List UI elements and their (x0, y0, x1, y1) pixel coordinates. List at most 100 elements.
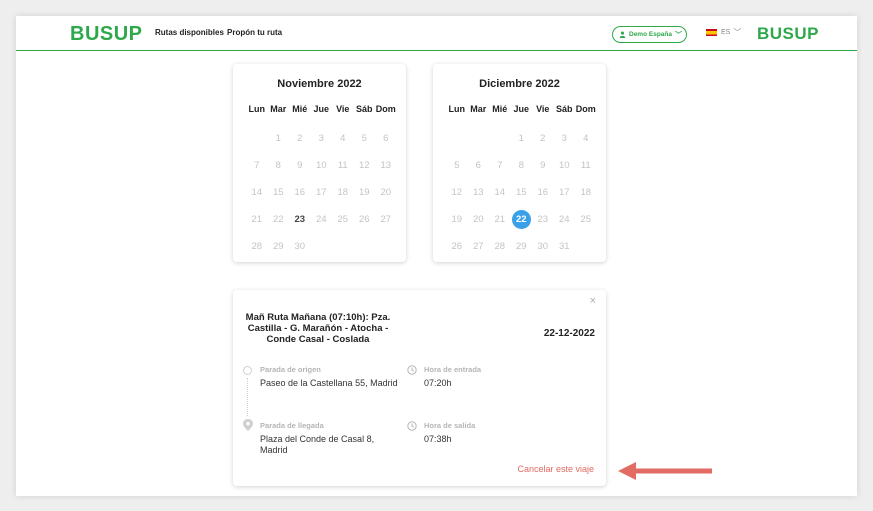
calendar-day[interactable]: 30 (289, 233, 311, 260)
calendar-day[interactable]: 12 (354, 152, 376, 179)
weekday-label: Mié (492, 104, 508, 114)
weekday-label: Mar (470, 104, 487, 114)
weekday-label: Sáb (355, 104, 373, 114)
calendar-empty-cell (468, 125, 490, 152)
calendar-day[interactable]: 15 (268, 179, 290, 206)
close-icon[interactable]: × (590, 295, 596, 307)
calendar-day[interactable]: 25 (575, 206, 597, 233)
app-window: BUSUP Rutas disponibles Propón tu ruta D… (16, 16, 857, 496)
calendar-day[interactable]: 9 (532, 152, 554, 179)
calendar-day-selected[interactable]: 22 (511, 206, 533, 233)
calendar-day[interactable]: 1 (511, 125, 533, 152)
weekday-header: Lun Mar Mié Jue Vie Sáb Dom (246, 104, 397, 114)
calendar-day[interactable]: 13 (375, 152, 397, 179)
calendar-day[interactable]: 13 (468, 179, 490, 206)
calendar-empty-cell (446, 125, 468, 152)
calendar-day[interactable]: 8 (268, 152, 290, 179)
calendar-day[interactable]: 10 (554, 152, 576, 179)
calendar-day[interactable]: 7 (246, 152, 268, 179)
calendar-day[interactable]: 3 (311, 125, 333, 152)
calendar-day-grid: 1 2 3 4 5 6 7 8 9 10 11 12 13 14 15 16 17 18 19 20 21 22 23 24 2… (446, 125, 597, 260)
weekday-label: Jue (313, 104, 329, 114)
calendar-day[interactable]: 11 (332, 152, 354, 179)
clock-icon (407, 421, 417, 431)
calendar-day[interactable]: 21 (489, 206, 511, 233)
calendar-day[interactable]: 17 (554, 179, 576, 206)
origin-stop-icon (243, 366, 252, 375)
nav-link-propose-route[interactable]: Propón tu ruta (227, 28, 282, 37)
calendar-day[interactable]: 6 (468, 152, 490, 179)
calendar-day[interactable]: 28 (489, 233, 511, 260)
calendar-day[interactable]: 2 (532, 125, 554, 152)
origin-stop-label: Parada de origen (260, 365, 321, 374)
calendar-day[interactable]: 4 (575, 125, 597, 152)
calendar-day[interactable]: 2 (289, 125, 311, 152)
calendar-day[interactable]: 19 (354, 179, 376, 206)
spain-flag-icon (706, 29, 717, 36)
destination-pin-icon (243, 419, 253, 431)
calendar-day[interactable]: 24 (311, 206, 333, 233)
calendar-day[interactable]: 26 (354, 206, 376, 233)
clock-icon (407, 365, 417, 375)
user-name: Demo España (629, 31, 672, 38)
language-selector[interactable]: ES ﹀ (706, 27, 741, 38)
weekday-label: Mar (270, 104, 287, 114)
cancel-trip-link[interactable]: Cancelar este viaje (517, 464, 594, 474)
arrival-stop-value: Plaza del Conde de Casal 8, Madrid (260, 434, 375, 455)
user-menu-button[interactable]: Demo España ﹀ (612, 26, 687, 43)
calendar-day[interactable]: 29 (511, 233, 533, 260)
calendar-day[interactable]: 10 (311, 152, 333, 179)
calendar-day[interactable]: 24 (554, 206, 576, 233)
calendar-day[interactable]: 14 (489, 179, 511, 206)
calendar-day-today[interactable]: 23 (289, 206, 311, 233)
nav-link-available-routes[interactable]: Rutas disponibles (155, 28, 224, 37)
calendar-day[interactable]: 6 (375, 125, 397, 152)
weekday-label: Vie (536, 104, 550, 114)
calendar-day[interactable]: 31 (554, 233, 576, 260)
calendar-empty-cell (489, 125, 511, 152)
calendar-day[interactable]: 22 (268, 206, 290, 233)
calendar-day[interactable]: 27 (375, 206, 397, 233)
exit-time-value: 07:38h (424, 434, 452, 444)
route-name: Mañ Ruta Mañana (07:10h): Pza. Castilla … (245, 312, 391, 345)
calendar-day[interactable]: 14 (246, 179, 268, 206)
calendar-day[interactable]: 27 (468, 233, 490, 260)
calendar-empty-cell (246, 125, 268, 152)
chevron-down-icon: ﹀ (733, 28, 742, 37)
calendar-day[interactable]: 20 (375, 179, 397, 206)
calendar-day[interactable]: 7 (489, 152, 511, 179)
calendar-day[interactable]: 26 (446, 233, 468, 260)
calendar-day[interactable]: 25 (332, 206, 354, 233)
calendar-day[interactable]: 5 (354, 125, 376, 152)
calendar-day[interactable]: 30 (532, 233, 554, 260)
calendar-day[interactable]: 18 (575, 179, 597, 206)
calendar-day[interactable]: 23 (532, 206, 554, 233)
calendar-day[interactable]: 15 (511, 179, 533, 206)
calendar-day[interactable]: 20 (468, 206, 490, 233)
weekday-label: Dom (375, 104, 396, 114)
busup-logo[interactable]: BUSUP (70, 23, 143, 46)
weekday-label: Mié (292, 104, 308, 114)
language-code: ES (721, 29, 731, 36)
calendar-day[interactable]: 17 (311, 179, 333, 206)
calendar-day[interactable]: 21 (246, 206, 268, 233)
calendar-day[interactable]: 18 (332, 179, 354, 206)
calendar-day[interactable]: 16 (532, 179, 554, 206)
calendar-day[interactable]: 28 (246, 233, 268, 260)
calendar-day-grid: 1 2 3 4 5 6 7 8 9 10 11 12 13 14 15 16 17 18 19 20 21 22 23 24 2… (246, 125, 397, 260)
calendar-day[interactable]: 3 (554, 125, 576, 152)
weekday-header: Lun Mar Mié Jue Vie Sáb Dom (446, 104, 597, 114)
calendar-day[interactable]: 9 (289, 152, 311, 179)
calendar-day[interactable]: 19 (446, 206, 468, 233)
calendar-day[interactable]: 11 (575, 152, 597, 179)
top-navigation-bar: BUSUP Rutas disponibles Propón tu ruta D… (16, 16, 857, 51)
weekday-label: Jue (513, 104, 529, 114)
calendar-day[interactable]: 5 (446, 152, 468, 179)
calendar-day[interactable]: 1 (268, 125, 290, 152)
calendar-day[interactable]: 4 (332, 125, 354, 152)
calendar-day[interactable]: 12 (446, 179, 468, 206)
calendar-day[interactable]: 16 (289, 179, 311, 206)
calendar-day[interactable]: 29 (268, 233, 290, 260)
calendar-day[interactable]: 8 (511, 152, 533, 179)
weekday-label: Dom (575, 104, 596, 114)
